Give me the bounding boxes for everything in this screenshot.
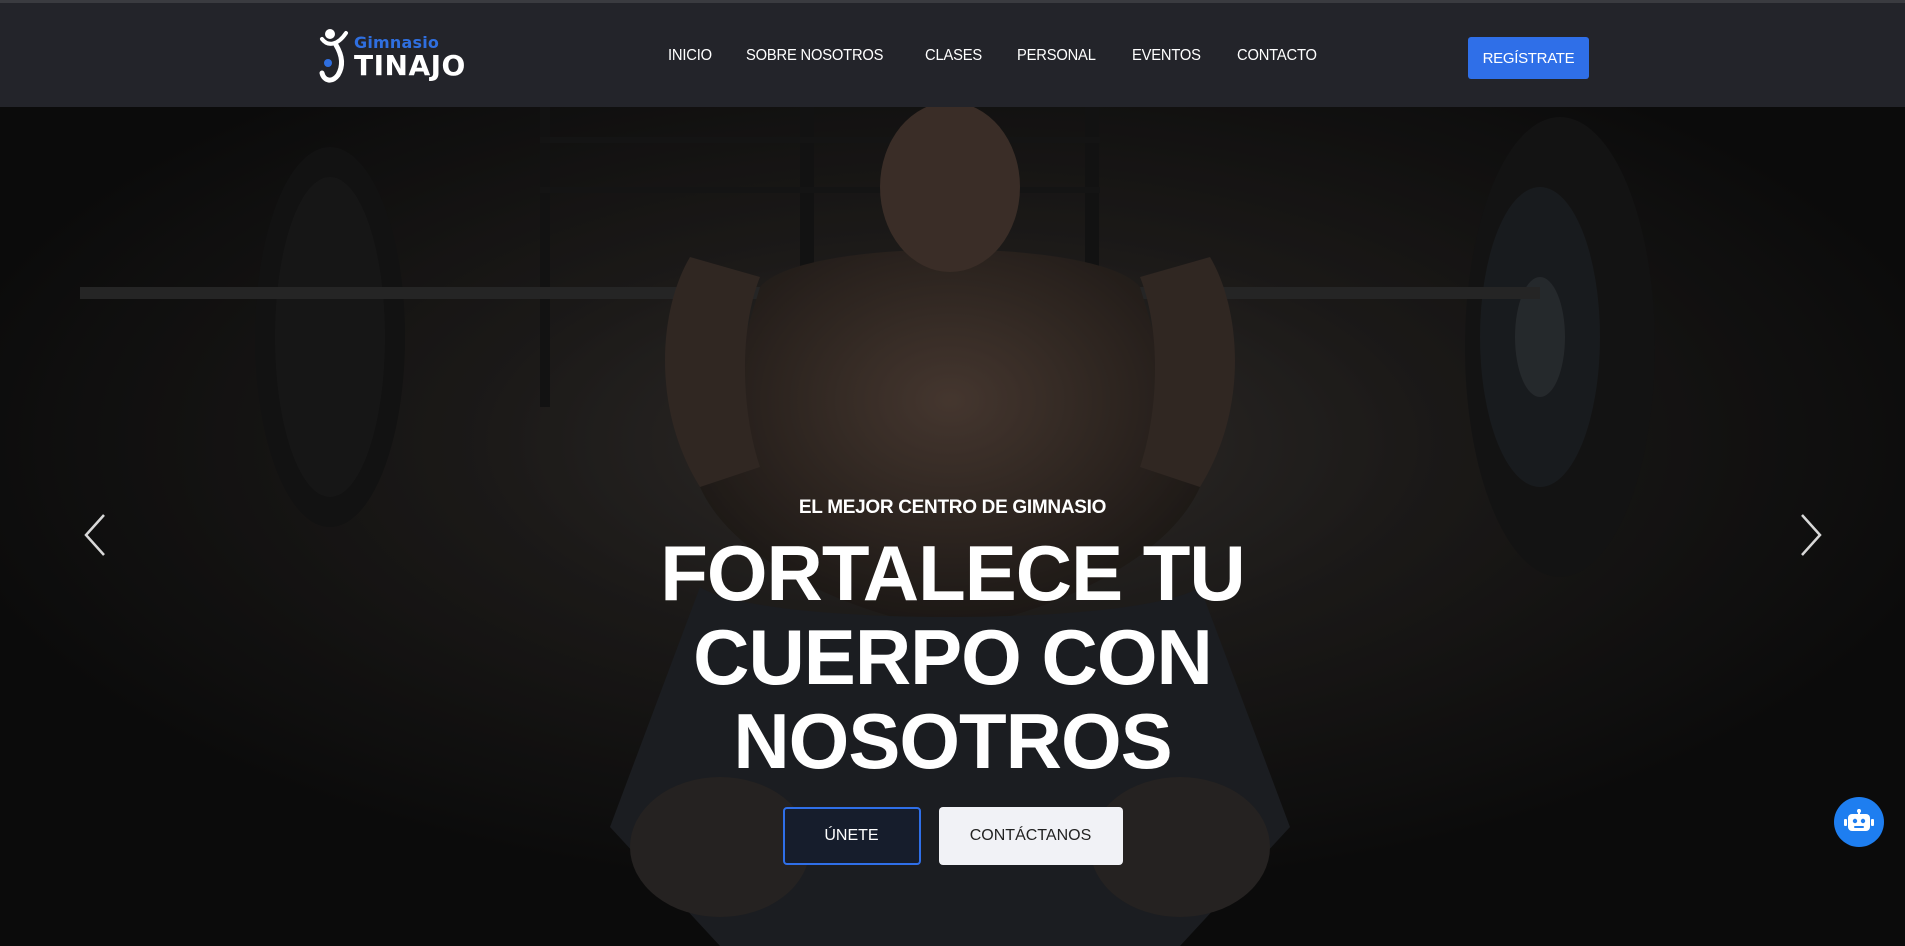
site-header: Gimnasio TINAJO INICIO SOBRE NOSOTROS CL… bbox=[0, 0, 1905, 107]
main-nav: INICIO SOBRE NOSOTROS CLASES PERSONAL EV… bbox=[668, 47, 1354, 65]
hero-title-line2: NOSOTROS bbox=[733, 697, 1172, 785]
contact-button[interactable]: CONTÁCTANOS bbox=[938, 807, 1123, 865]
robot-icon bbox=[1844, 809, 1874, 831]
chevron-right-icon bbox=[1801, 514, 1822, 556]
logo[interactable]: Gimnasio TINAJO bbox=[318, 27, 468, 87]
hero-content: EL MEJOR CENTRO DE GIMNASIO FORTALECE TU… bbox=[0, 497, 1905, 865]
register-button[interactable]: REGÍSTRATE bbox=[1468, 37, 1589, 79]
hero-buttons: ÚNETE CONTÁCTANOS bbox=[0, 807, 1905, 865]
nav-item-sobre-nosotros[interactable]: SOBRE NOSOTROS bbox=[746, 47, 883, 65]
hero-title: FORTALECE TU CUERPO CON NOSOTROS bbox=[503, 531, 1403, 783]
chatbot-button[interactable] bbox=[1834, 797, 1884, 847]
hero-carousel: EL MEJOR CENTRO DE GIMNASIO FORTALECE TU… bbox=[0, 107, 1905, 946]
page: Gimnasio TINAJO INICIO SOBRE NOSOTROS CL… bbox=[0, 0, 1905, 946]
nav-item-clases[interactable]: CLASES bbox=[925, 47, 982, 65]
nav-item-contacto[interactable]: CONTACTO bbox=[1237, 47, 1317, 65]
nav-item-personal[interactable]: PERSONAL bbox=[1017, 47, 1096, 65]
gym-figure-icon bbox=[319, 29, 348, 83]
hero-subtitle: EL MEJOR CENTRO DE GIMNASIO bbox=[798, 497, 1107, 518]
join-button[interactable]: ÚNETE bbox=[782, 807, 921, 865]
carousel-next-button[interactable] bbox=[1790, 505, 1830, 565]
carousel-prev-button[interactable] bbox=[76, 505, 116, 565]
chevron-left-icon bbox=[84, 514, 105, 556]
nav-item-inicio[interactable]: INICIO bbox=[668, 47, 712, 65]
nav-item-eventos[interactable]: EVENTOS bbox=[1132, 47, 1201, 65]
logo-big-text: TINAJO bbox=[354, 49, 466, 82]
hero-title-line1: FORTALECE TU CUERPO CON bbox=[660, 529, 1246, 701]
